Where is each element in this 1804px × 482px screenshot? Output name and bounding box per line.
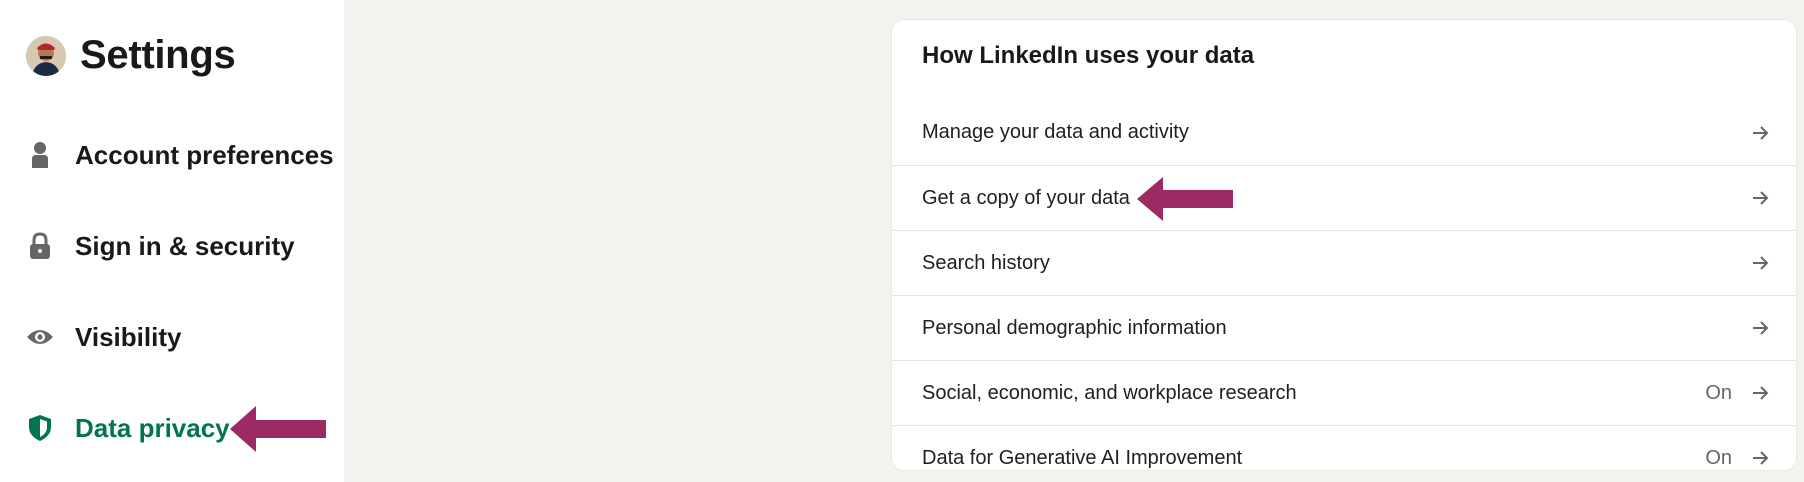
arrow-right-icon [1750,253,1770,273]
sidebar-item-label: Sign in & security [75,230,295,261]
list-item[interactable]: Search history [892,230,1796,295]
status-text: On [1705,381,1732,404]
list-item[interactable]: Get a copy of your data [892,165,1796,230]
row-label: Social, economic, and workplace research [922,381,1297,404]
list-item[interactable]: Social, economic, and workplace research… [892,360,1796,425]
status-text: On [1705,446,1732,469]
eye-icon [26,323,54,351]
list-item[interactable]: Data for Generative AI Improvement On [892,425,1796,482]
page-title: Settings [80,33,236,77]
row-label: Get a copy of your data [922,186,1130,209]
arrow-right-icon [1750,448,1770,468]
sidebar-item-account-preferences[interactable]: Account preferences [26,135,334,175]
annotation-arrow [230,406,326,452]
arrow-right-icon [1750,123,1770,143]
arrow-right-icon [1750,188,1770,208]
arrow-right-icon [1750,318,1770,338]
row-label: Personal demographic information [922,316,1227,339]
settings-sidebar: Settings Account preferences Sign in & s… [0,0,344,482]
avatar[interactable] [26,35,66,76]
sidebar-header: Settings [26,33,236,78]
shield-icon [26,414,54,442]
sidebar-item-data-privacy[interactable]: Data privacy [26,408,230,448]
person-icon [26,141,54,169]
annotation-arrow [1137,177,1233,221]
settings-list: Manage your data and activity Get a copy… [892,100,1796,482]
sidebar-item-label: Visibility [75,321,182,352]
row-label: Search history [922,251,1050,274]
sidebar-item-label: Data privacy [75,412,230,443]
lock-icon [26,232,54,260]
list-item[interactable]: Manage your data and activity [892,100,1796,165]
list-item[interactable]: Personal demographic information [892,295,1796,360]
arrow-right-icon [1750,383,1770,403]
sidebar-item-sign-in-security[interactable]: Sign in & security [26,226,295,266]
row-label: Data for Generative AI Improvement [922,446,1243,469]
sidebar-item-visibility[interactable]: Visibility [26,317,181,357]
row-label: Manage your data and activity [922,121,1189,143]
section-title: How LinkedIn uses your data [922,42,1255,69]
data-usage-card: How LinkedIn uses your data Manage your … [892,20,1796,470]
sidebar-item-label: Account preferences [75,139,334,170]
